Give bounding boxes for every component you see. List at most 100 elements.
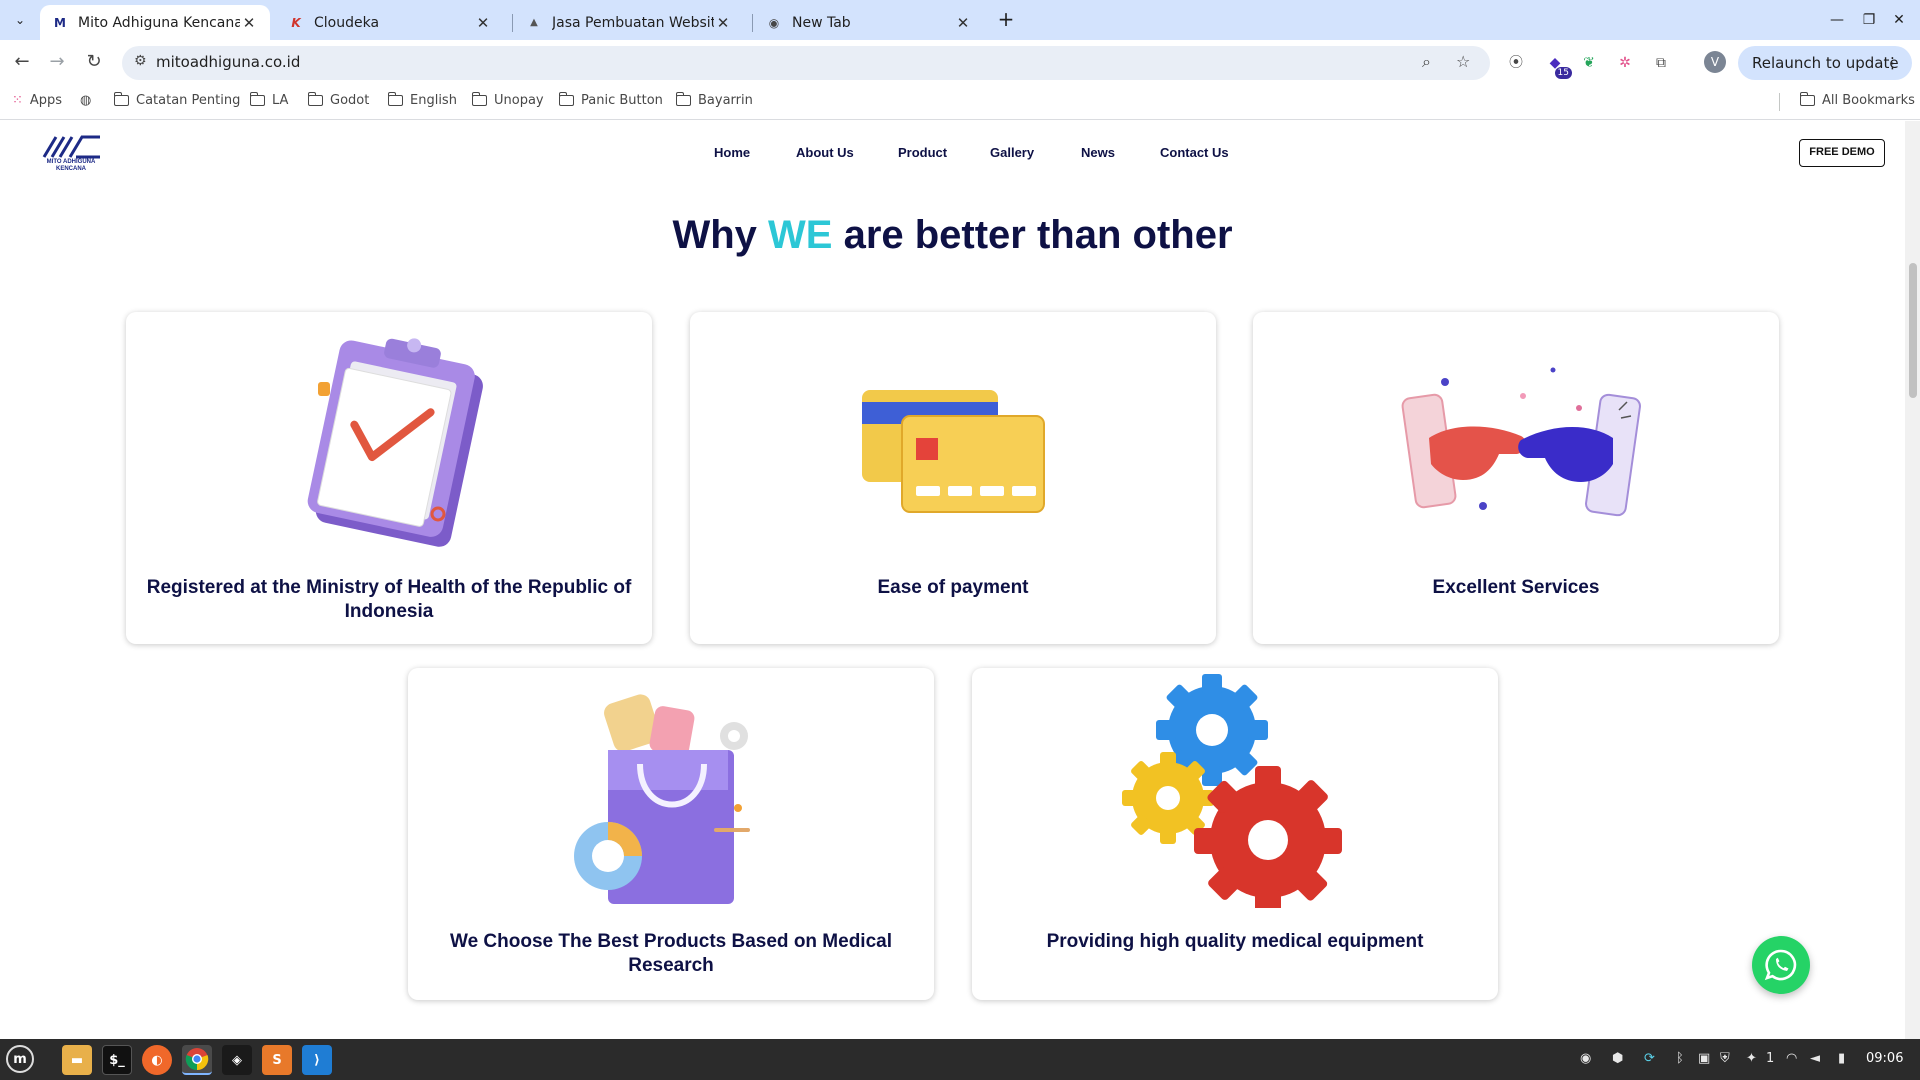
cube-tray-icon[interactable]: ⬢ (1612, 1051, 1623, 1066)
feature-card-medical-research: We Choose The Best Products Based on Med… (408, 668, 934, 1000)
sublime-text-icon[interactable]: S (262, 1045, 292, 1075)
card-caption: Excellent Services (1432, 577, 1600, 598)
reload-icon[interactable]: ↻ (82, 50, 106, 74)
folder-icon (113, 92, 129, 106)
relaunch-label: Relaunch to update (1752, 54, 1899, 72)
zoom-magnifier-icon[interactable]: ⌕ (1422, 52, 1431, 72)
globe-icon: ◍ (80, 93, 92, 108)
bookmark-label: Bayarrin (698, 93, 753, 108)
scrollbar-thumb[interactable] (1909, 263, 1917, 398)
nav-product[interactable]: Product (898, 145, 947, 160)
firefox-icon[interactable]: ◐ (142, 1045, 172, 1075)
wifi-icon[interactable]: ◠ (1786, 1051, 1797, 1066)
leaf-extension-icon[interactable]: ❦ (1578, 52, 1600, 74)
color-extension-icon[interactable]: ✲ (1614, 52, 1636, 74)
bookmark-godot[interactable]: Godot (307, 92, 369, 108)
bookmark-label: LA (272, 93, 289, 108)
page-scrollbar[interactable] (1905, 121, 1920, 1039)
tab-search-chevron-icon[interactable]: ⌄ (8, 8, 32, 32)
folder-icon (558, 92, 574, 106)
chrome-taskbar-icon[interactable] (182, 1045, 212, 1075)
terminal-icon[interactable]: $_ (102, 1045, 132, 1075)
bookmark-panic-button[interactable]: Panic Button (558, 92, 663, 108)
url-text[interactable]: mitoadhiguna.co.id (156, 53, 300, 71)
title-suffix: are better than other (832, 213, 1233, 257)
tab-separator (752, 14, 753, 32)
close-tab-icon[interactable]: ✕ (474, 14, 492, 32)
bookmark-star-icon[interactable]: ☆ (1456, 52, 1470, 71)
cast-extension-icon[interactable]: ⦿ (1505, 52, 1527, 74)
bookmark-label: English (410, 93, 457, 108)
feature-card-quality-equipment: Providing high quality medical equipment (972, 668, 1498, 1000)
card-caption: Registered at the Ministry of Health of … (146, 577, 632, 622)
bookmark-english[interactable]: English (387, 92, 457, 108)
nav-gallery[interactable]: Gallery (990, 145, 1034, 160)
chrome-tray-icon[interactable]: ◉ (1580, 1051, 1591, 1066)
extension-badge-icon[interactable]: ◆ 15 (1544, 52, 1572, 79)
vscode-icon[interactable]: ⟩ (302, 1045, 332, 1075)
battery-icon[interactable]: ▮ (1838, 1051, 1845, 1066)
bookmark-catatan-penting[interactable]: Catatan Penting (113, 92, 240, 108)
bluetooth-icon[interactable]: ᛒ (1676, 1051, 1684, 1066)
mint-menu-icon[interactable]: m (6, 1045, 34, 1073)
tab-cloudeka[interactable]: K Cloudeka ✕ (276, 5, 504, 40)
browser-tab-strip: ⌄ M Mito Adhiguna Kencana ✕ K Cloudeka ✕… (0, 0, 1920, 40)
clock[interactable]: 09:06 (1866, 1051, 1903, 1066)
cloudeka-favicon-icon: K (291, 15, 301, 30)
all-bookmarks[interactable]: All Bookmarks (1799, 92, 1915, 108)
bookmark-apps[interactable]: ⁙ Apps (12, 93, 62, 108)
site-info-icon[interactable]: ⚙ (134, 53, 147, 69)
address-bar[interactable]: ⚙ mitoadhiguna.co.id ⌕ ☆ (122, 46, 1490, 80)
bookmark-label: Unopay (494, 93, 544, 108)
unity-icon[interactable]: ◈ (222, 1045, 252, 1075)
new-tab-plus-icon[interactable]: + (994, 8, 1018, 32)
volume-icon[interactable]: ◄ (1810, 1051, 1820, 1066)
minimize-icon[interactable]: — (1822, 8, 1852, 32)
credit-card-icon (862, 390, 1045, 513)
close-window-icon[interactable]: ✕ (1884, 8, 1914, 32)
section-title: Why WE are better than other (0, 213, 1905, 258)
profile-avatar[interactable]: V (1704, 51, 1726, 73)
tab-jasa-pembuatan[interactable]: ▲ Jasa Pembuatan Website Pe ✕ (514, 5, 744, 40)
feature-card-services: Excellent Services (1253, 312, 1779, 644)
nav-news[interactable]: News (1081, 145, 1115, 160)
close-tab-icon[interactable]: ✕ (714, 14, 732, 32)
shield-icon[interactable]: ⛨ (1720, 1051, 1730, 1066)
tab-title: New Tab (792, 14, 851, 31)
bookmark-bayarrin[interactable]: Bayarrin (675, 92, 753, 108)
site-favicon-icon: ▲ (530, 17, 538, 28)
clipboard-tray-icon[interactable]: ▣ (1698, 1051, 1710, 1066)
bookmark-label: Apps (29, 93, 63, 108)
back-arrow-icon[interactable]: ← (10, 50, 34, 74)
sync-tray-icon[interactable]: ⟳ (1644, 1051, 1655, 1066)
free-demo-button[interactable]: FREE DEMO (1799, 139, 1885, 167)
notification-icon[interactable]: ✦ (1746, 1051, 1757, 1066)
page-viewport: MITO ADHIGUNA KENCANA Home About Us Prod… (0, 121, 1905, 1039)
card-caption: Ease of payment (877, 577, 1029, 598)
title-prefix: Why (672, 213, 769, 257)
restore-icon[interactable]: ❐ (1854, 8, 1884, 32)
gears-icon (1122, 674, 1342, 908)
tab-mito-adhiguna[interactable]: M Mito Adhiguna Kencana ✕ (40, 5, 270, 40)
close-tab-icon[interactable]: ✕ (240, 14, 258, 32)
clipboard-check-icon (307, 338, 483, 547)
folder-icon (1799, 92, 1815, 106)
bookmark-la[interactable]: LA (249, 92, 289, 108)
relaunch-to-update-button[interactable]: Relaunch to update ⋮ (1738, 46, 1912, 80)
menu-kebab-icon: ⋮ (1885, 54, 1900, 72)
whatsapp-button[interactable] (1752, 936, 1810, 994)
forward-arrow-icon[interactable]: → (45, 50, 69, 74)
close-tab-icon[interactable]: ✕ (954, 14, 972, 32)
bookmark-unopay[interactable]: Unopay (471, 92, 544, 108)
bookmark-globe[interactable]: ◍ (80, 93, 98, 108)
nav-about-us[interactable]: About Us (796, 145, 854, 160)
nav-home[interactable]: Home (714, 145, 750, 160)
extensions-puzzle-icon[interactable]: ⧉ (1650, 52, 1672, 74)
nav-contact-us[interactable]: Contact Us (1160, 145, 1229, 160)
extension-badge-count: 15 (1554, 67, 1572, 79)
card-caption: We Choose The Best Products Based on Med… (449, 931, 893, 976)
tab-new-tab[interactable]: ◉ New Tab ✕ (754, 5, 984, 40)
folder-icon (307, 92, 323, 106)
whatsapp-icon (1764, 949, 1797, 981)
files-folder-icon[interactable]: ▬ (62, 1045, 92, 1075)
